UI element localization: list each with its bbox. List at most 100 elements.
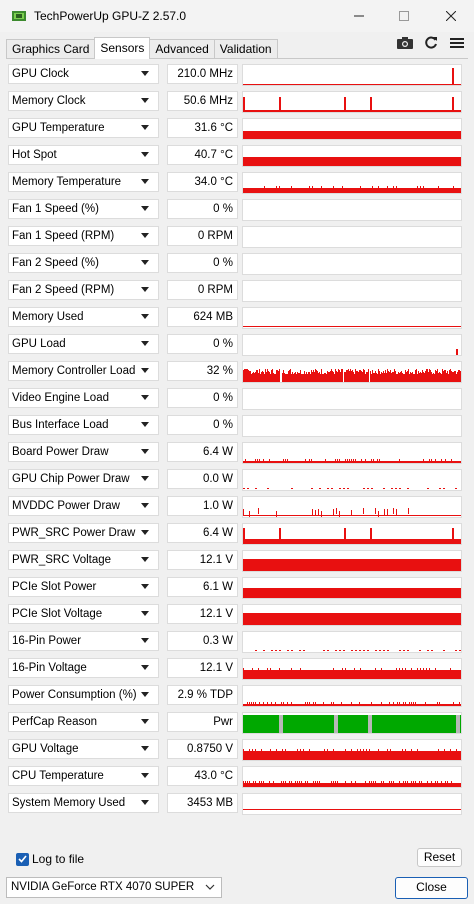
sensor-name-dropdown[interactable]: Fan 2 Speed (RPM) xyxy=(8,280,159,300)
dropdown-arrow-icon xyxy=(141,368,149,373)
sensor-row-hot-spot: Hot Spot 40.7 °C xyxy=(8,145,462,167)
log-to-file-checkbox[interactable]: Log to file xyxy=(16,851,84,867)
sensor-value: 12.1 V xyxy=(167,550,238,570)
checkbox-checked-icon[interactable] xyxy=(16,852,29,866)
sensor-graph xyxy=(242,253,462,275)
sensor-name: Video Engine Load xyxy=(12,392,109,404)
menu-icon[interactable] xyxy=(446,35,468,51)
sensor-value: 2.9 % TDP xyxy=(167,685,238,705)
camera-icon[interactable] xyxy=(394,35,416,51)
sensor-name-dropdown[interactable]: Memory Clock xyxy=(8,91,159,111)
sensor-row-fan-1-speed: Fan 1 Speed (%) 0 % xyxy=(8,199,462,221)
gpu-z-app-icon xyxy=(12,11,26,21)
sensor-value: 210.0 MHz xyxy=(167,64,238,84)
sensor-name-dropdown[interactable]: PerfCap Reason xyxy=(8,712,159,732)
sensor-name: PCIe Slot Power xyxy=(12,581,97,593)
sensor-name-dropdown[interactable]: Memory Used xyxy=(8,307,159,327)
sensor-value: 12.1 V xyxy=(167,604,238,624)
sensor-name: PWR_SRC Voltage xyxy=(12,554,112,566)
sensor-name-dropdown[interactable]: PWR_SRC Power Draw xyxy=(8,523,159,543)
sensor-name-dropdown[interactable]: PCIe Slot Power xyxy=(8,577,159,597)
tab-advanced[interactable]: Advanced xyxy=(149,39,215,59)
sensor-value: 0.8750 V xyxy=(167,739,238,759)
sensor-name-dropdown[interactable]: Fan 1 Speed (%) xyxy=(8,199,159,219)
dropdown-arrow-icon xyxy=(141,395,149,400)
chevron-down-icon xyxy=(205,884,215,890)
sensor-name-dropdown[interactable]: MVDDC Power Draw xyxy=(8,496,159,516)
reset-button[interactable]: Reset xyxy=(417,848,462,867)
dropdown-arrow-icon xyxy=(141,341,149,346)
gpu-select-value: NVIDIA GeForce RTX 4070 SUPER xyxy=(11,881,195,893)
sensor-name-dropdown[interactable]: PWR_SRC Voltage xyxy=(8,550,159,570)
sensor-graph xyxy=(242,118,462,140)
maximize-button[interactable] xyxy=(381,0,427,32)
sensor-value: 12.1 V xyxy=(167,658,238,678)
sensor-name-dropdown[interactable]: GPU Voltage xyxy=(8,739,159,759)
sensor-name-dropdown[interactable]: Fan 1 Speed (RPM) xyxy=(8,226,159,246)
sensor-value: 0 % xyxy=(167,415,238,435)
sensor-name-dropdown[interactable]: 16-Pin Power xyxy=(8,631,159,651)
sensor-graph xyxy=(242,658,462,680)
sensor-name: Bus Interface Load xyxy=(12,419,109,431)
sensor-row-bus-interface-load: Bus Interface Load 0 % xyxy=(8,415,462,437)
sensor-graph xyxy=(242,388,462,410)
sensor-name-dropdown[interactable]: GPU Chip Power Draw xyxy=(8,469,159,489)
sensor-graph xyxy=(242,172,462,194)
sensor-row-power-consumption: Power Consumption (%) 2.9 % TDP xyxy=(8,685,462,707)
maximize-icon xyxy=(399,11,409,21)
minimize-icon xyxy=(354,15,364,17)
sensor-name-dropdown[interactable]: Bus Interface Load xyxy=(8,415,159,435)
sensor-name-dropdown[interactable]: Board Power Draw xyxy=(8,442,159,462)
sensor-graph xyxy=(242,793,462,815)
sensor-name-dropdown[interactable]: 16-Pin Voltage xyxy=(8,658,159,678)
sensor-name: GPU Voltage xyxy=(12,743,79,755)
dropdown-arrow-icon xyxy=(141,557,149,562)
sensor-name: Fan 2 Speed (%) xyxy=(12,257,99,269)
sensor-name-dropdown[interactable]: System Memory Used xyxy=(8,793,159,813)
dropdown-arrow-icon xyxy=(141,314,149,319)
sensor-name-dropdown[interactable]: CPU Temperature xyxy=(8,766,159,786)
sensor-row-gpu-chip-power-draw: GPU Chip Power Draw 0.0 W xyxy=(8,469,462,491)
sensor-graph xyxy=(242,469,462,491)
sensor-row-pwr-src-voltage: PWR_SRC Voltage 12.1 V xyxy=(8,550,462,572)
dropdown-arrow-icon xyxy=(141,746,149,751)
sensor-row-memory-controller-load: Memory Controller Load 32 % xyxy=(8,361,462,383)
sensor-name-dropdown[interactable]: PCIe Slot Voltage xyxy=(8,604,159,624)
sensor-value: 31.6 °C xyxy=(167,118,238,138)
sensor-name: Power Consumption (%) xyxy=(12,689,137,701)
dropdown-arrow-icon xyxy=(141,503,149,508)
sensor-value: 6.4 W xyxy=(167,523,238,543)
dropdown-arrow-icon xyxy=(141,476,149,481)
close-icon xyxy=(446,11,456,21)
gpu-select-dropdown[interactable]: NVIDIA GeForce RTX 4070 SUPER xyxy=(6,877,222,898)
close-button[interactable]: Close xyxy=(395,877,468,899)
tab-sensors[interactable]: Sensors xyxy=(94,37,151,59)
sensor-row-mvddc-power-draw: MVDDC Power Draw 1.0 W xyxy=(8,496,462,518)
sensor-row-gpu-temperature: GPU Temperature 31.6 °C xyxy=(8,118,462,140)
sensor-value: 0.3 W xyxy=(167,631,238,651)
minimize-button[interactable] xyxy=(336,0,382,32)
tab-validation[interactable]: Validation xyxy=(213,39,278,59)
window-title: TechPowerUp GPU-Z 2.57.0 xyxy=(34,9,187,23)
sensor-row-memory-temperature: Memory Temperature 34.0 °C xyxy=(8,172,462,194)
dropdown-arrow-icon xyxy=(141,98,149,103)
sensor-graph xyxy=(242,64,462,86)
sensor-name-dropdown[interactable]: Hot Spot xyxy=(8,145,159,165)
sensor-name: System Memory Used xyxy=(12,797,126,809)
sensor-name-dropdown[interactable]: Video Engine Load xyxy=(8,388,159,408)
sensor-row-system-memory-used: System Memory Used 3453 MB xyxy=(8,793,462,815)
sensor-name-dropdown[interactable]: Fan 2 Speed (%) xyxy=(8,253,159,273)
sensor-value: 0 RPM xyxy=(167,280,238,300)
refresh-icon[interactable] xyxy=(420,35,442,51)
sensor-name-dropdown[interactable]: Power Consumption (%) xyxy=(8,685,159,705)
sensor-name-dropdown[interactable]: GPU Clock xyxy=(8,64,159,84)
sensor-value: 40.7 °C xyxy=(167,145,238,165)
window-close-button[interactable] xyxy=(428,0,474,32)
sensor-name-dropdown[interactable]: GPU Load xyxy=(8,334,159,354)
tab-graphics-card[interactable]: Graphics Card xyxy=(6,39,96,59)
sensor-name-dropdown[interactable]: GPU Temperature xyxy=(8,118,159,138)
dropdown-arrow-icon xyxy=(141,692,149,697)
sensor-name: Fan 1 Speed (%) xyxy=(12,203,99,215)
sensor-name-dropdown[interactable]: Memory Temperature xyxy=(8,172,159,192)
sensor-name-dropdown[interactable]: Memory Controller Load xyxy=(8,361,159,381)
